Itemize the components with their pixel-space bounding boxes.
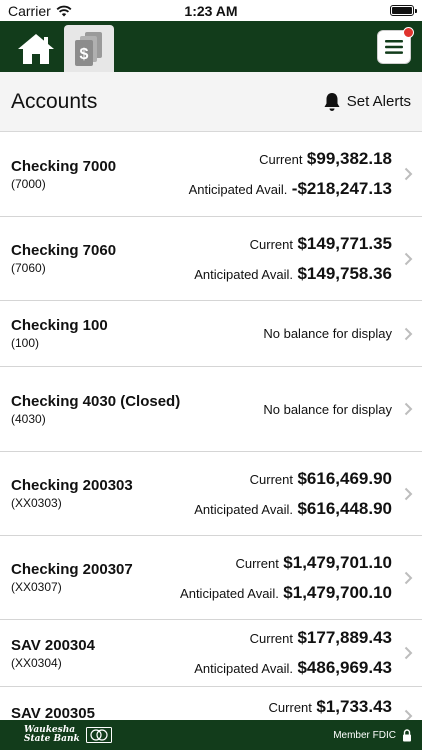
hamburger-menu-icon <box>385 40 403 54</box>
current-balance-label: Current <box>249 631 293 646</box>
logo-line-2: State Bank <box>24 734 80 744</box>
available-balance-label: Anticipated Avail. <box>188 182 288 197</box>
bank-logo-text: Waukesha State Bank <box>24 726 80 744</box>
account-row[interactable]: Checking 7000 (7000) Current $99,382.18 … <box>0 132 422 217</box>
account-row[interactable]: Checking 4030 (Closed) (4030) No balance… <box>0 367 422 452</box>
status-bar: Carrier 1:23 AM <box>0 0 422 21</box>
account-name: SAV 200305 <box>11 705 95 720</box>
lock-icon <box>403 728 411 741</box>
account-row[interactable]: Checking 200303 (XX0303) Current $616,46… <box>0 452 422 536</box>
fdic-label: Member FDIC <box>333 729 396 741</box>
account-row[interactable]: SAV 200304 (XX0304) Current $177,889.43 … <box>0 620 422 687</box>
account-number: (XX0307) <box>11 580 62 594</box>
account-name: SAV 200304 <box>11 636 95 654</box>
page-title: Accounts <box>11 89 98 113</box>
no-balance-text: No balance for display <box>263 401 392 417</box>
battery-icon <box>390 5 417 16</box>
account-row[interactable]: Checking 100 (100) No balance for displa… <box>0 301 422 367</box>
svg-text:$: $ <box>80 46 89 63</box>
available-balance: $616,448.90 <box>297 498 392 518</box>
current-balance-label: Current <box>259 152 303 167</box>
available-balance-label: Anticipated Avail. <box>194 266 293 282</box>
current-balance-label: Current <box>235 555 279 571</box>
account-number: (7060) <box>11 261 46 275</box>
fdic-notice: Member FDIC <box>333 728 412 742</box>
current-balance: $177,889.43 <box>297 628 392 647</box>
chevron-right-icon <box>404 252 413 265</box>
current-balance-label: Current <box>249 236 293 252</box>
account-name: Checking 100 <box>11 317 108 334</box>
available-balance: $1,479,700.10 <box>283 582 392 602</box>
chevron-right-icon <box>404 487 413 500</box>
current-balance-label: Current <box>268 700 312 715</box>
money-icon: $ <box>75 31 102 66</box>
wifi-icon <box>56 5 72 16</box>
current-balance: $1,733.43 <box>316 697 392 716</box>
set-alerts-button[interactable]: Set Alerts <box>323 92 411 112</box>
accounts-header: Accounts Set Alerts <box>0 72 422 132</box>
bank-emblem-icon <box>85 727 112 743</box>
account-name: Checking 200307 <box>11 561 133 578</box>
account-name: Checking 7060 <box>11 242 117 259</box>
available-balance: $486,969.43 <box>297 658 392 677</box>
tab-home[interactable] <box>12 25 60 72</box>
current-balance: $616,469.90 <box>297 468 392 488</box>
current-balance: $1,479,701.10 <box>283 552 392 572</box>
notification-dot <box>403 27 414 38</box>
bell-icon <box>324 92 340 111</box>
account-row[interactable]: Checking 200307 (XX0307) Current $1,479,… <box>0 536 422 620</box>
chevron-right-icon <box>404 646 413 660</box>
account-row[interactable]: SAV 200305 Current $1,733.43 <box>0 687 422 720</box>
account-row[interactable]: Checking 7060 (7060) Current $149,771.35… <box>0 217 422 301</box>
available-balance-label: Anticipated Avail. <box>194 501 293 517</box>
footer-bar: Waukesha State Bank Member FDIC <box>0 720 422 750</box>
chevron-right-icon <box>404 327 413 340</box>
available-balance: $149,758.36 <box>297 263 392 283</box>
current-balance-label: Current <box>249 471 293 487</box>
set-alerts-label: Set Alerts <box>346 93 411 110</box>
tab-accounts[interactable]: $ <box>64 25 114 72</box>
carrier-group: Carrier <box>8 3 72 19</box>
no-balance-text: No balance for display <box>263 326 392 341</box>
chevron-right-icon <box>404 571 413 584</box>
account-name: Checking 4030 (Closed) <box>11 392 181 410</box>
home-icon <box>18 33 54 64</box>
current-balance: $99,382.18 <box>306 149 392 168</box>
account-number: (XX0303) <box>11 496 62 510</box>
account-name: Checking 7000 <box>11 157 117 175</box>
current-balance: $149,771.35 <box>297 233 392 253</box>
chevron-right-icon <box>404 402 413 416</box>
carrier-label: Carrier <box>8 2 51 19</box>
available-balance: -$218,247.13 <box>291 179 392 198</box>
available-balance-label: Anticipated Avail. <box>180 585 279 601</box>
account-number: (XX0304) <box>11 655 62 670</box>
account-list: Checking 7000 (7000) Current $99,382.18 … <box>0 132 422 720</box>
account-number: (100) <box>11 336 40 350</box>
account-number: (4030) <box>11 411 46 426</box>
account-name: Checking 200303 <box>11 477 133 494</box>
available-balance-label: Anticipated Avail. <box>194 661 293 676</box>
chevron-right-icon <box>404 709 413 720</box>
chevron-right-icon <box>404 167 413 181</box>
account-number: (7000) <box>11 176 46 191</box>
bank-logo: Waukesha State Bank <box>24 726 112 744</box>
top-nav-bar: $ <box>0 21 422 72</box>
menu-button[interactable] <box>377 27 414 64</box>
